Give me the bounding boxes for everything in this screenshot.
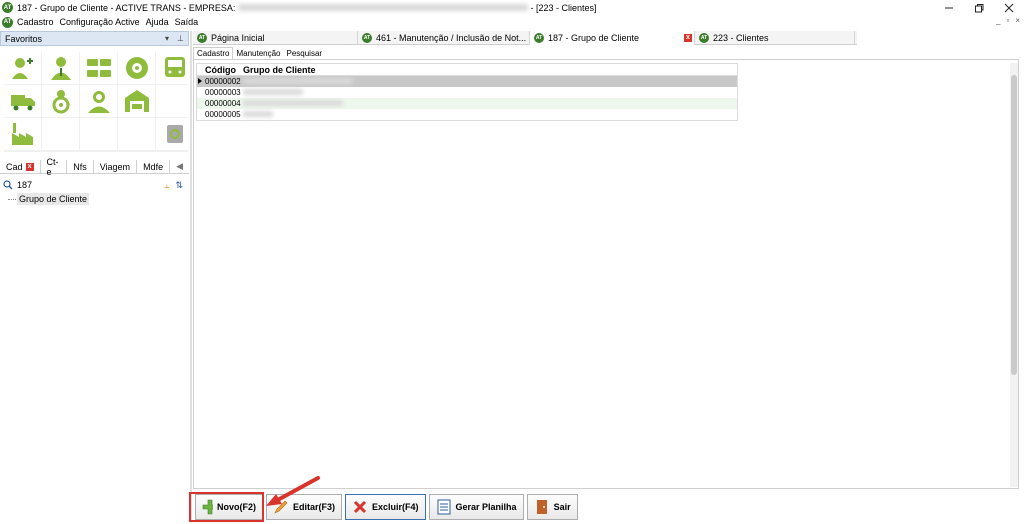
- tab-187[interactable]: AT 187 - Grupo de Cliente x: [530, 31, 695, 45]
- table-row[interactable]: 00000002: [197, 76, 737, 87]
- empty-slot: [118, 118, 155, 150]
- tree-node-grupo-cliente[interactable]: Grupo de Cliente: [17, 193, 90, 205]
- spreadsheet-icon: [437, 499, 451, 515]
- cell-code: 00000003: [205, 88, 241, 97]
- favorites-header: Favoritos ▾ ⊥: [0, 31, 189, 46]
- close-icon[interactable]: [994, 0, 1024, 15]
- tab-mdfe[interactable]: Mdfe: [137, 159, 171, 174]
- highlight-box: [189, 492, 264, 522]
- column-grupo[interactable]: Grupo de Cliente: [241, 65, 737, 75]
- tab-logo-icon: AT: [534, 33, 544, 43]
- factory-icon[interactable]: [4, 118, 41, 150]
- garage-icon[interactable]: [118, 85, 155, 117]
- pin-icon[interactable]: ⊥: [177, 34, 184, 43]
- menu-logo: AT: [2, 16, 13, 28]
- splitter[interactable]: [190, 31, 192, 521]
- search-icon: [3, 180, 13, 190]
- gerar-planilha-button[interactable]: Gerar Planilha: [428, 494, 524, 520]
- mdi-close-icon[interactable]: ×: [1015, 16, 1020, 25]
- scroll-left-icon[interactable]: ◀: [170, 160, 189, 174]
- clear-filter-icon[interactable]: ⫠: [164, 180, 169, 191]
- cell-code: 00000002: [205, 77, 241, 86]
- favorites-title: Favoritos: [5, 33, 43, 44]
- tab-pagina-inicial[interactable]: AT Página Inicial: [193, 31, 358, 45]
- minimize-icon[interactable]: [934, 0, 964, 15]
- document-tabs: AT Página Inicial AT 461 - Manutenção / …: [193, 31, 857, 45]
- tab-logo-icon: AT: [362, 33, 372, 43]
- window-controls: [934, 0, 1024, 15]
- app-logo: AT: [2, 2, 13, 13]
- empty-slot: [42, 118, 79, 150]
- empty-slot: [156, 85, 193, 117]
- grid-header: Código Grupo de Cliente: [197, 64, 737, 76]
- tire-icon[interactable]: [118, 52, 155, 84]
- sair-button[interactable]: Sair: [526, 494, 578, 520]
- close-tab-icon[interactable]: x: [684, 34, 692, 42]
- cell-name: [241, 110, 737, 119]
- favorites-grid: [4, 52, 193, 152]
- menu-bar: AT Cadastro Configuração Active Ajuda Sa…: [0, 15, 1024, 29]
- column-codigo[interactable]: Código: [197, 65, 241, 75]
- data-grid: Código Grupo de Cliente 00000002 0000000…: [196, 63, 738, 121]
- cell-code: 00000004: [205, 99, 241, 108]
- menu-saida[interactable]: Saída: [175, 17, 199, 27]
- redacted-company: [237, 3, 528, 11]
- tab-461[interactable]: AT 461 - Manutenção / Inclusão de Not...: [358, 31, 530, 45]
- menu-configuracao[interactable]: Configuração Active: [60, 17, 140, 27]
- cell-name: [241, 99, 737, 108]
- delete-x-icon: [353, 500, 367, 514]
- cell-name: [241, 77, 737, 86]
- empty-slot: [80, 118, 117, 150]
- category-tabs: Cad x Ct-e Nfs Viagem Mdfe ◀: [0, 157, 189, 177]
- mdi-minimize-icon[interactable]: _: [996, 16, 1000, 25]
- tab-pesquisar[interactable]: Pesquisar: [284, 47, 326, 59]
- scroll-thumb[interactable]: [1011, 75, 1017, 375]
- row-indicator-icon: [198, 78, 202, 84]
- mdi-restore-icon[interactable]: ▫: [1006, 16, 1009, 25]
- tab-cadastro[interactable]: Cadastro: [193, 47, 234, 59]
- menu-ajuda[interactable]: Ajuda: [146, 17, 169, 27]
- tab-viagem[interactable]: Viagem: [94, 159, 138, 174]
- menu-search: 187 ⫠ ⇅: [0, 178, 189, 192]
- tab-cad[interactable]: Cad x: [0, 159, 41, 174]
- table-row[interactable]: 00000005: [197, 109, 737, 120]
- content-area: [193, 59, 1019, 489]
- sort-icon[interactable]: ⇅: [175, 180, 183, 191]
- cell-code: 00000005: [205, 110, 241, 119]
- tab-logo-icon: AT: [699, 33, 709, 43]
- exit-door-icon: [536, 500, 547, 514]
- annotation-arrow-icon: [266, 476, 320, 506]
- menu-tree: Grupo de Cliente: [8, 193, 90, 205]
- table-row[interactable]: 00000003: [197, 87, 737, 98]
- bus-front-icon[interactable]: [156, 52, 193, 84]
- title-bar: AT 187 - Grupo de Cliente - ACTIVE TRANS…: [0, 0, 1024, 15]
- menu-cadastro[interactable]: Cadastro: [17, 17, 54, 27]
- mechanic-icon[interactable]: [80, 85, 117, 117]
- user-icon[interactable]: [42, 52, 79, 84]
- tab-logo-icon: AT: [197, 33, 207, 43]
- table-row[interactable]: 00000004: [197, 98, 737, 109]
- restore-icon[interactable]: [964, 0, 994, 15]
- recycle-icon[interactable]: [156, 118, 193, 150]
- window-title: 187 - Grupo de Cliente - ACTIVE TRANS - …: [17, 2, 597, 13]
- truck-icon[interactable]: [4, 85, 41, 117]
- driver-icon[interactable]: [42, 85, 79, 117]
- tab-manutencao[interactable]: Manutenção: [233, 47, 283, 59]
- tab-cte[interactable]: Ct-e: [41, 157, 68, 177]
- close-tab-icon[interactable]: x: [25, 162, 34, 171]
- mdi-controls: _ ▫ ×: [996, 16, 1020, 25]
- sub-tabs: Cadastro Manutenção Pesquisar: [193, 47, 325, 59]
- dropdown-icon[interactable]: ▾: [165, 34, 169, 43]
- vertical-scrollbar[interactable]: [1010, 63, 1018, 487]
- tab-223[interactable]: AT 223 - Clientes: [695, 31, 855, 45]
- tab-nfs[interactable]: Nfs: [67, 159, 94, 174]
- add-user-icon[interactable]: [4, 52, 41, 84]
- cell-name: [241, 88, 737, 97]
- search-input[interactable]: 187: [17, 180, 32, 190]
- excluir-button[interactable]: Excluir(F4): [345, 494, 426, 520]
- bus-fleet-icon[interactable]: [80, 52, 117, 84]
